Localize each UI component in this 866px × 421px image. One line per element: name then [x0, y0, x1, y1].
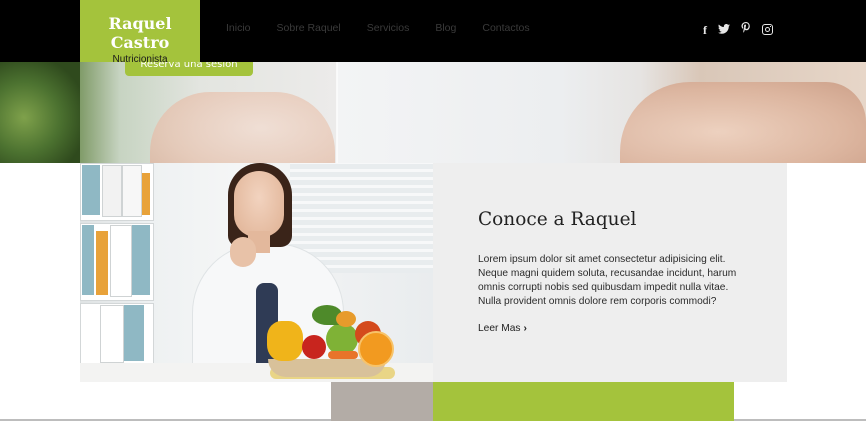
carrot: [328, 351, 358, 359]
about-title: Conoce a Raquel: [478, 209, 637, 230]
nav-item-sobre-raquel[interactable]: Sobre Raquel: [277, 22, 341, 34]
bottom-gray-block: [331, 382, 433, 421]
binder: [100, 305, 124, 363]
logo-title: Raquel Castro: [108, 14, 172, 52]
logo-subtitle: Nutricionista: [112, 54, 168, 65]
main-nav: Inicio Sobre Raquel Servicios Blog Conta…: [226, 22, 530, 34]
binder: [96, 231, 108, 295]
binder: [110, 225, 132, 297]
chevron-right-icon: ›: [523, 323, 527, 334]
nav-item-contactos[interactable]: Contactos: [482, 22, 529, 34]
binder: [82, 225, 94, 295]
read-more-label: Leer Mas: [478, 323, 521, 334]
read-more-link[interactable]: Leer Mas ›: [478, 323, 527, 334]
pinterest-icon[interactable]: [741, 22, 751, 37]
apple-red: [302, 335, 326, 359]
binder: [102, 165, 122, 217]
binder: [122, 165, 142, 217]
binder: [124, 305, 144, 361]
binder: [142, 173, 150, 215]
twitter-icon[interactable]: [718, 23, 730, 37]
logo[interactable]: Raquel Castro Nutricionista: [80, 0, 200, 65]
about-photo: [80, 163, 433, 382]
doctor-hand: [230, 237, 256, 267]
apricot: [336, 311, 356, 327]
nav-item-inicio[interactable]: Inicio: [226, 22, 251, 34]
yellow-pepper: [267, 321, 303, 361]
orange-slice: [358, 331, 394, 367]
binder: [82, 165, 100, 215]
instagram-icon[interactable]: [762, 24, 773, 35]
nav-item-servicios[interactable]: Servicios: [367, 22, 410, 34]
facebook-icon[interactable]: f: [703, 23, 707, 37]
about-body: Lorem ipsum dolor sit amet consectetur a…: [478, 254, 737, 307]
hero-banner: Reserva una sesión: [0, 62, 866, 163]
binder: [132, 225, 150, 295]
lettuce-image: [0, 62, 80, 163]
social-links: f: [703, 22, 773, 37]
hero-divider: [336, 62, 338, 163]
hand-image-right: [620, 82, 866, 163]
site-header: Raquel Castro Nutricionista Inicio Sobre…: [0, 0, 866, 65]
doctor-face: [234, 171, 284, 237]
hand-image: [150, 92, 335, 163]
bottom-green-block: [433, 382, 734, 421]
about-section: Conoce a Raquel Lorem ipsum dolor sit am…: [433, 163, 787, 382]
nav-item-blog[interactable]: Blog: [435, 22, 456, 34]
